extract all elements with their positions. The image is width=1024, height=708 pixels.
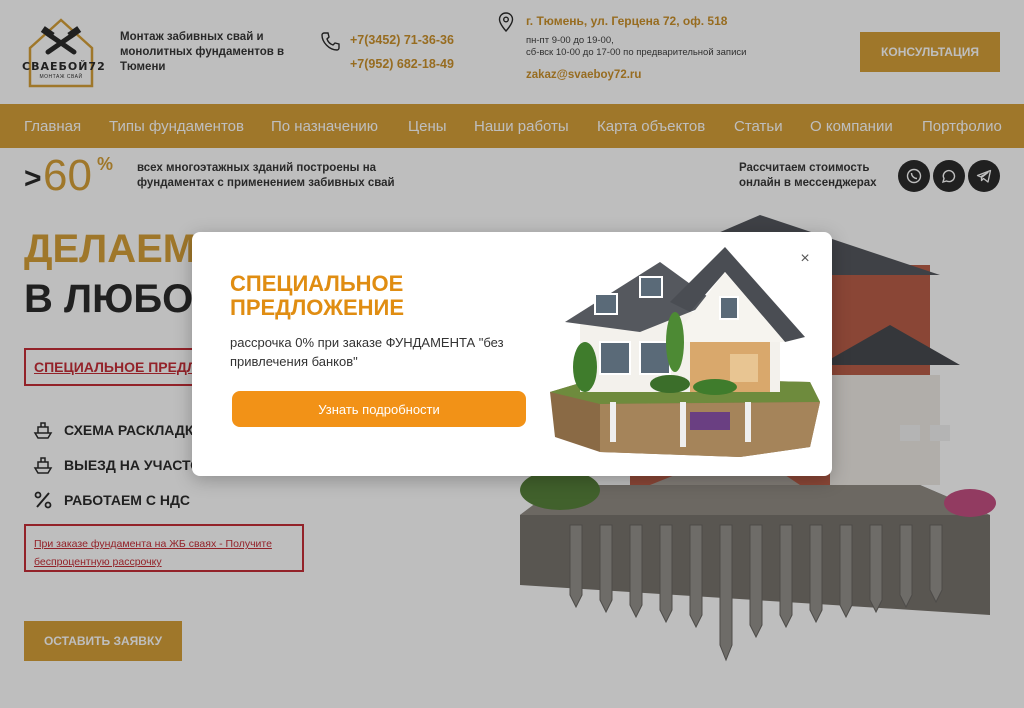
special-offer-modal: СПЕЦИАЛЬНОЕ ПРЕДЛОЖЕНИЕ рассрочка 0% при… [192,232,832,476]
modal-description: рассрочка 0% при заказе ФУНДАМЕНТА "без … [230,335,504,369]
house-cutaway-illustration [550,247,820,457]
learn-more-button[interactable]: Узнать подробности [232,391,526,427]
modal-title: СПЕЦИАЛЬНОЕ ПРЕДЛОЖЕНИЕ [230,271,405,320]
